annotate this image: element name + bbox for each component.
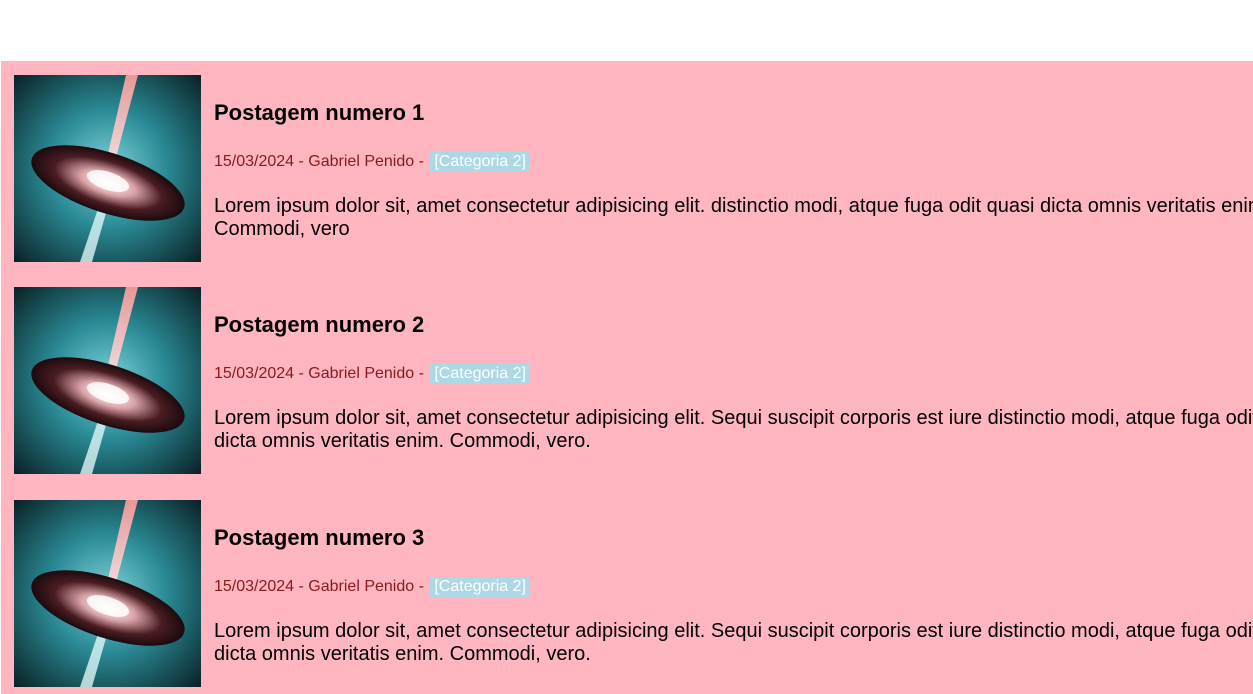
post-author: Gabriel Penido bbox=[308, 578, 415, 595]
post-date: 15/03/2024 bbox=[214, 153, 295, 170]
post-thumbnail[interactable] bbox=[14, 75, 201, 262]
category-badge[interactable]: [Categoria 2] bbox=[430, 577, 530, 597]
meta-separator: - bbox=[414, 578, 429, 595]
post-title[interactable]: Postagem numero 1 bbox=[214, 100, 424, 126]
post-date: 15/03/2024 bbox=[214, 578, 295, 595]
post-list: Postagem numero 1 15/03/2024 - Gabriel P… bbox=[1, 61, 1253, 694]
post-date: 15/03/2024 bbox=[214, 365, 295, 382]
post-meta: 15/03/2024 - Gabriel Penido - [Categoria… bbox=[214, 577, 530, 597]
post-title[interactable]: Postagem numero 2 bbox=[214, 312, 424, 338]
category-badge[interactable]: [Categoria 2] bbox=[430, 364, 530, 384]
post-card[interactable]: Postagem numero 1 15/03/2024 - Gabriel P… bbox=[14, 75, 1253, 262]
post-author: Gabriel Penido bbox=[308, 365, 415, 382]
post-meta: 15/03/2024 - Gabriel Penido - [Categoria… bbox=[214, 364, 530, 384]
meta-separator: - bbox=[294, 578, 309, 595]
post-thumbnail[interactable] bbox=[14, 500, 201, 687]
meta-separator: - bbox=[414, 153, 429, 170]
meta-separator: - bbox=[294, 153, 309, 170]
post-author: Gabriel Penido bbox=[308, 153, 415, 170]
post-excerpt: Lorem ipsum dolor sit, amet consectetur … bbox=[214, 620, 1253, 665]
post-meta: 15/03/2024 - Gabriel Penido - [Categoria… bbox=[214, 152, 530, 172]
post-excerpt: Lorem ipsum dolor sit, amet consectetur … bbox=[214, 407, 1253, 452]
meta-separator: - bbox=[294, 365, 309, 382]
post-card[interactable]: Postagem numero 2 15/03/2024 - Gabriel P… bbox=[14, 287, 1253, 474]
post-excerpt: Lorem ipsum dolor sit, amet consectetur … bbox=[214, 195, 1253, 240]
post-card[interactable]: Postagem numero 3 15/03/2024 - Gabriel P… bbox=[14, 500, 1253, 687]
post-title[interactable]: Postagem numero 3 bbox=[214, 525, 424, 551]
category-badge[interactable]: [Categoria 2] bbox=[430, 152, 530, 172]
meta-separator: - bbox=[414, 365, 429, 382]
post-thumbnail[interactable] bbox=[14, 287, 201, 474]
